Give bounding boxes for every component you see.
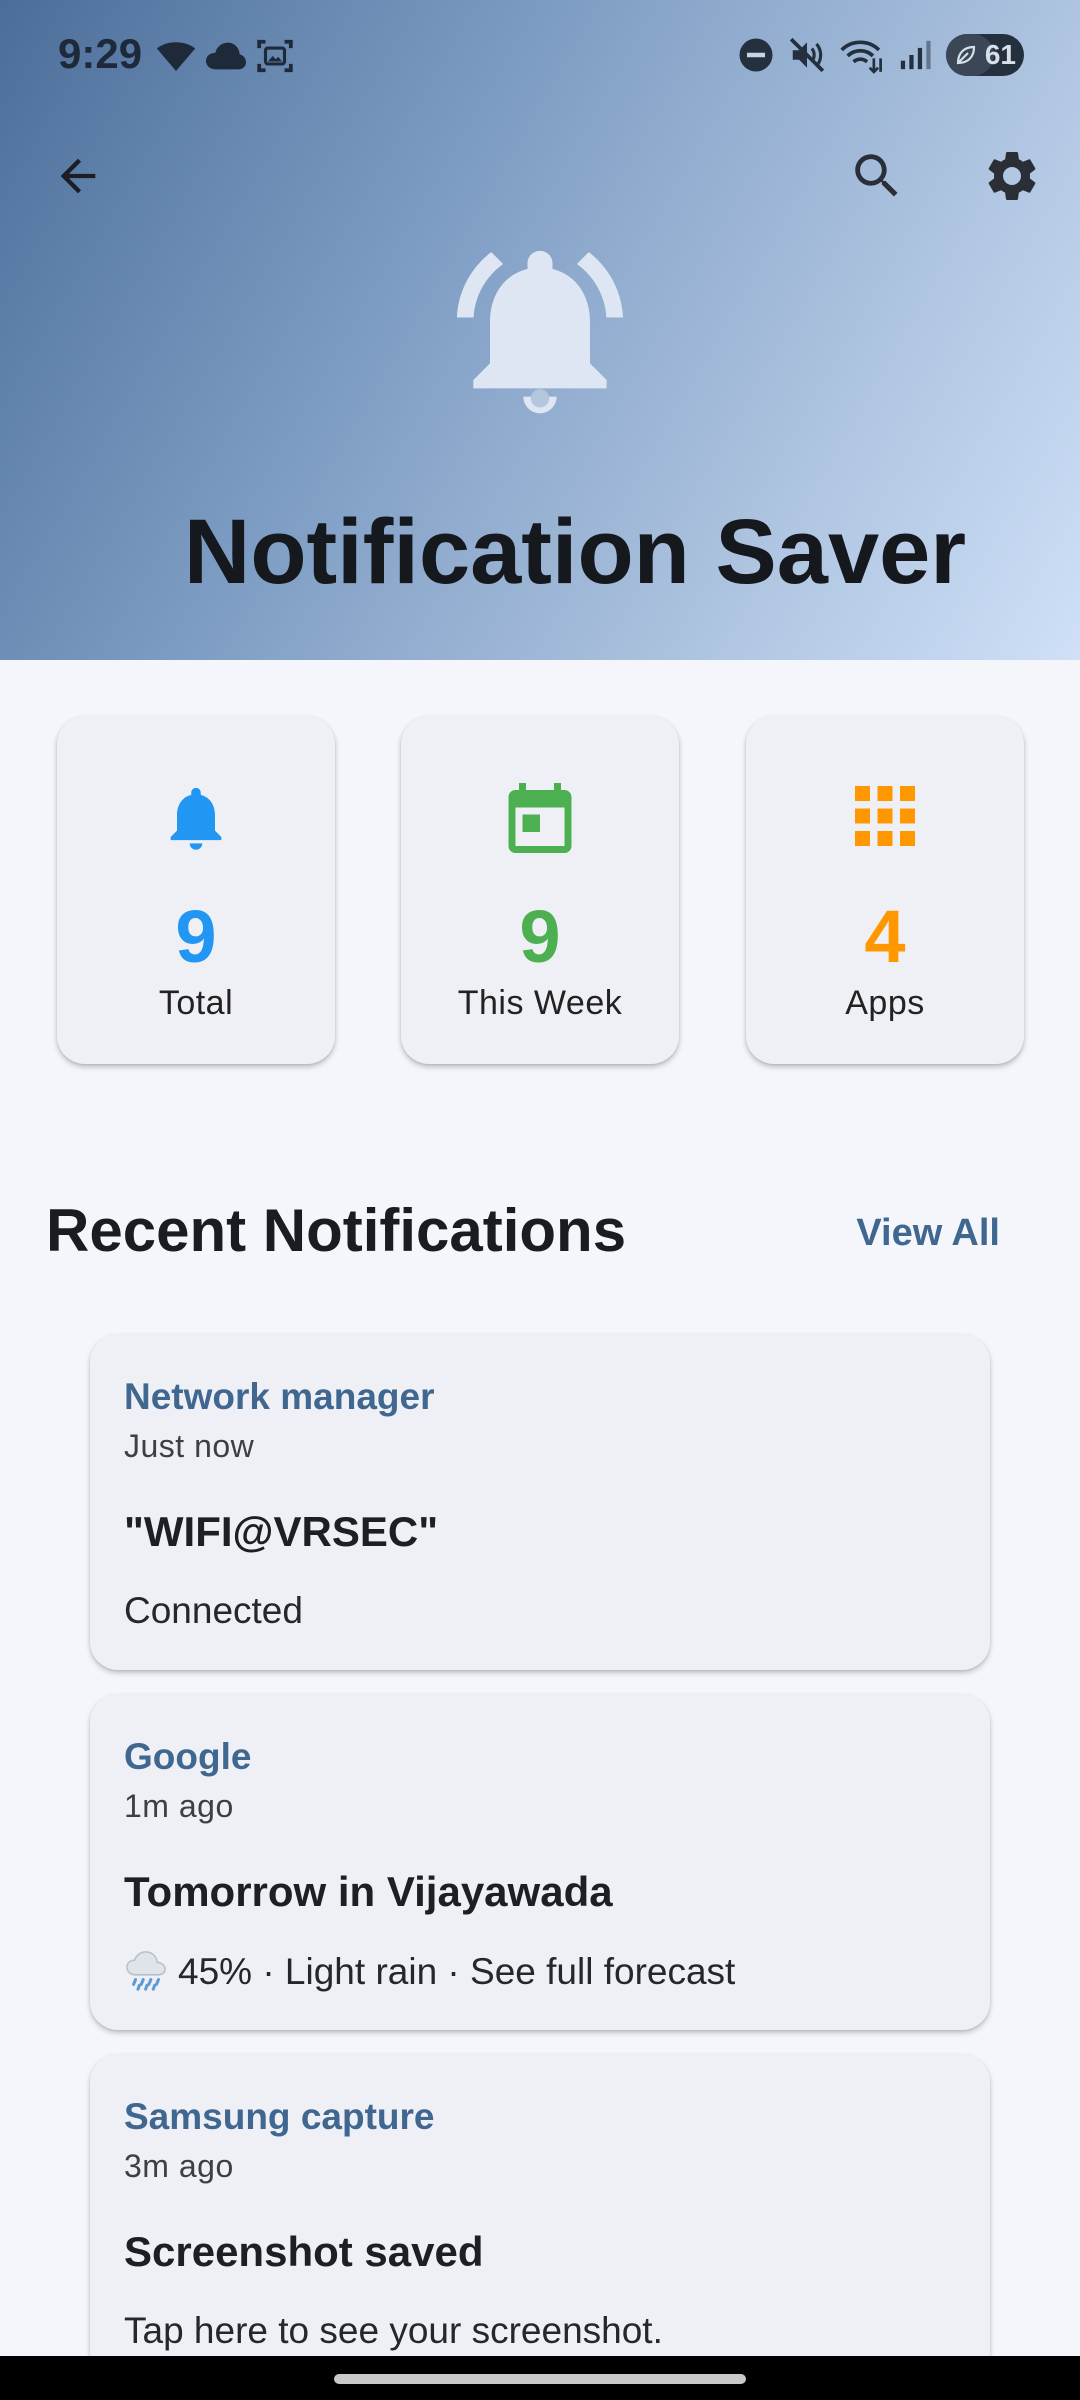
notification-title: "WIFI@VRSEC" bbox=[124, 1508, 439, 1555]
stat-value-apps: 4 bbox=[864, 895, 906, 978]
stat-label-this-week: This Week bbox=[457, 984, 623, 1022]
notification-card[interactable]: Samsung capture 3m ago Screenshot saved … bbox=[90, 2054, 990, 2394]
arrow-back-icon bbox=[60, 158, 96, 194]
calendar-icon bbox=[508, 783, 572, 853]
back-button[interactable] bbox=[30, 128, 126, 224]
app-header: 9:29 61 Notification Saver bbox=[0, 0, 1080, 660]
notification-body: Tap here to see your screenshot. bbox=[124, 2310, 663, 2351]
rain-cloud-icon bbox=[126, 1951, 166, 1991]
app-title: Notification Saver bbox=[183, 501, 967, 603]
stat-card-total[interactable]: 9 Total bbox=[57, 716, 335, 1064]
power-saving-leaf-icon bbox=[956, 45, 976, 65]
notification-app-name: Samsung capture bbox=[124, 2096, 435, 2137]
wifi-icon bbox=[156, 42, 196, 71]
search-icon bbox=[855, 154, 898, 197]
apps-grid-icon bbox=[855, 786, 915, 846]
notification-title: Screenshot saved bbox=[124, 2228, 484, 2275]
status-bar: 9:29 61 bbox=[0, 0, 1080, 116]
home-gesture-handle[interactable] bbox=[334, 2374, 746, 2384]
notification-card[interactable]: Network manager Just now "WIFI@VRSEC" Co… bbox=[90, 1334, 990, 1670]
system-nav-bar bbox=[0, 2356, 1080, 2400]
notification-time: 1m ago bbox=[124, 1788, 234, 1824]
view-all-link[interactable]: View All bbox=[856, 1212, 1000, 1255]
bell-icon bbox=[170, 787, 222, 850]
notification-body: 45% · Light rain · See full forecast bbox=[178, 1951, 736, 1992]
stat-card-this-week[interactable]: 9 This Week bbox=[401, 716, 679, 1064]
wifi-data-icon bbox=[840, 40, 882, 74]
notification-body: Connected bbox=[124, 1590, 303, 1631]
battery-level: 61 bbox=[984, 39, 1016, 70]
notification-title: Tomorrow in Vijayawada bbox=[124, 1868, 613, 1915]
stat-label-total: Total bbox=[158, 984, 234, 1022]
notification-app-name: Network manager bbox=[124, 1376, 435, 1417]
stat-value-this-week: 9 bbox=[519, 895, 561, 978]
mute-icon bbox=[789, 37, 825, 73]
notification-time: Just now bbox=[124, 1428, 255, 1464]
signal-icon bbox=[900, 40, 931, 70]
screenshot-icon bbox=[257, 39, 293, 73]
notification-time: 3m ago bbox=[124, 2148, 234, 2184]
notification-card[interactable]: Google 1m ago Tomorrow in Vijayawada 45%… bbox=[90, 1694, 990, 2030]
status-time: 9:29 bbox=[58, 30, 143, 77]
notification-app-name: Google bbox=[124, 1736, 252, 1777]
battery-indicator: 61 bbox=[946, 34, 1024, 76]
recent-notifications-heading: Recent Notifications bbox=[46, 1197, 627, 1264]
stat-value-total: 9 bbox=[175, 895, 217, 978]
stat-label-apps: Apps bbox=[845, 984, 925, 1022]
stat-card-apps[interactable]: 4 Apps bbox=[746, 716, 1024, 1064]
bell-ringing-icon bbox=[456, 250, 624, 414]
settings-button[interactable] bbox=[964, 128, 1060, 224]
do-not-disturb-icon bbox=[739, 38, 773, 72]
search-button[interactable] bbox=[829, 128, 925, 224]
cloud-icon bbox=[206, 42, 246, 70]
gear-icon bbox=[988, 152, 1036, 200]
